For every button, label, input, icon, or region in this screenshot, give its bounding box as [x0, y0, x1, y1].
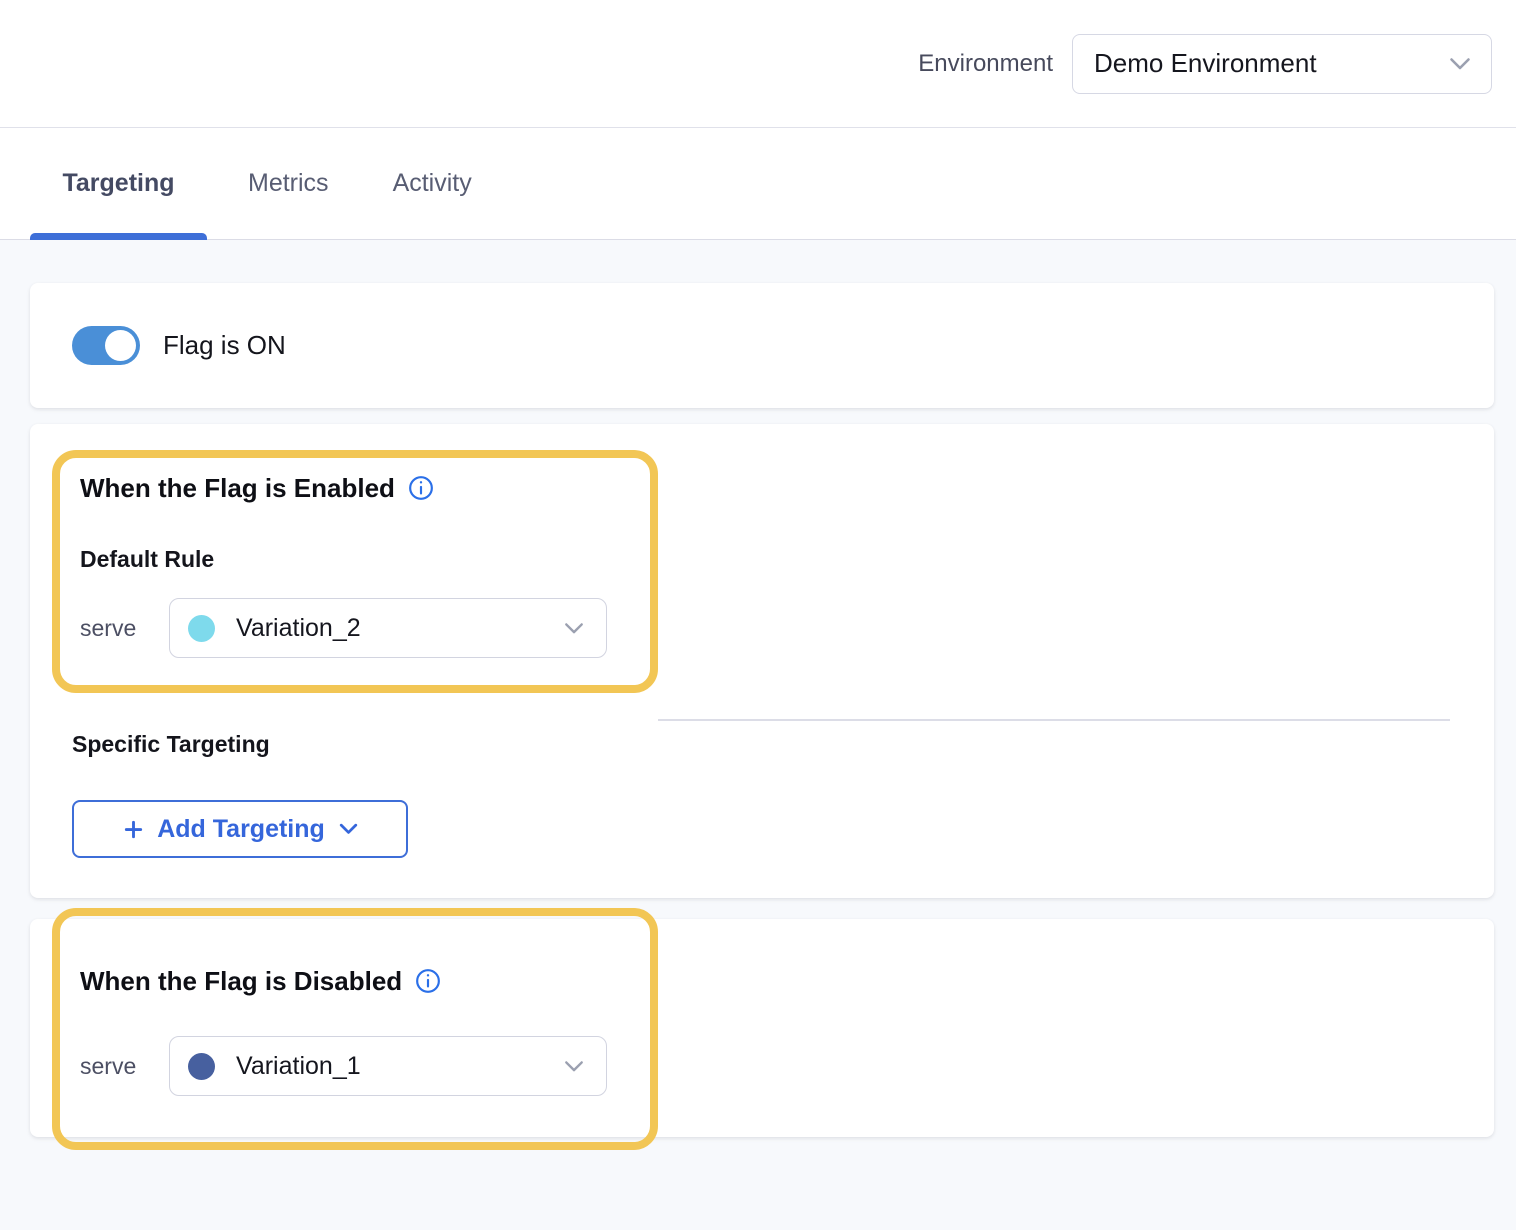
flag-toggle-knob [105, 330, 136, 361]
serve-label: serve [80, 615, 169, 642]
default-rule-heading: Default Rule [72, 546, 650, 573]
variation-color-dot [188, 1053, 215, 1080]
environment-label: Environment [918, 50, 1053, 78]
tab-activity-label: Activity [393, 169, 472, 198]
active-tab-indicator [30, 233, 207, 240]
chevron-down-icon [564, 1060, 584, 1073]
tab-activity[interactable]: Activity [393, 128, 472, 240]
chevron-down-icon [1449, 57, 1471, 71]
flag-disabled-card: When the Flag is Disabled serve Variatio… [30, 919, 1494, 1137]
variation-select-value: Variation_1 [236, 1052, 361, 1081]
add-targeting-button-label: Add Targeting [157, 815, 325, 844]
flag-status-label: Flag is ON [163, 330, 286, 361]
plus-icon [122, 818, 145, 841]
default-rule-serve-row: serve Variation_2 [72, 598, 650, 658]
variation-select-value: Variation_2 [236, 614, 361, 643]
flag-disabled-title: When the Flag is Disabled [80, 966, 402, 996]
environment-select[interactable]: Demo Environment [1072, 34, 1492, 94]
targeting-panel: Flag is ON When the Flag is Enabled Defa… [0, 240, 1516, 1230]
flag-enabled-card: When the Flag is Enabled Default Rule se… [30, 424, 1494, 898]
tab-targeting-label: Targeting [62, 169, 174, 198]
flag-disabled-highlight-box: When the Flag is Disabled serve Variatio… [52, 908, 658, 1150]
flag-enabled-highlight-box: When the Flag is Enabled Default Rule se… [52, 450, 658, 693]
add-targeting-button[interactable]: Add Targeting [72, 800, 408, 858]
chevron-down-icon [339, 823, 358, 835]
chevron-down-icon [564, 622, 584, 635]
tab-metrics-label: Metrics [248, 169, 329, 198]
flag-toggle[interactable] [72, 326, 140, 365]
variation-color-dot [188, 615, 215, 642]
info-icon[interactable] [415, 968, 441, 994]
info-icon[interactable] [408, 475, 434, 501]
environment-select-value: Demo Environment [1094, 48, 1317, 79]
tab-bar: Targeting Metrics Activity [0, 128, 1516, 240]
page-header: Environment Demo Environment [0, 0, 1516, 128]
serve-label: serve [80, 1053, 169, 1080]
specific-targeting-heading: Specific Targeting [72, 731, 1494, 758]
flag-status-card: Flag is ON [30, 283, 1494, 408]
flag-enabled-title: When the Flag is Enabled [80, 473, 395, 503]
section-divider [658, 719, 1450, 721]
disabled-variation-select[interactable]: Variation_1 [169, 1036, 607, 1096]
tab-metrics[interactable]: Metrics [248, 128, 329, 240]
disabled-serve-row: serve Variation_1 [72, 1036, 650, 1096]
default-rule-variation-select[interactable]: Variation_2 [169, 598, 607, 658]
tab-targeting[interactable]: Targeting [30, 128, 207, 240]
